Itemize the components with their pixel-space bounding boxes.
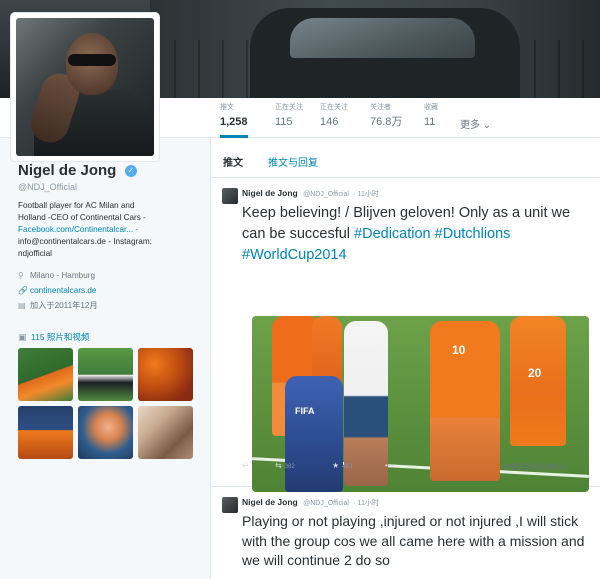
retweet-count: 382 <box>284 464 295 470</box>
tweet-header: Nigel de Jong @NDJ_Official · 11小时 <box>242 188 379 199</box>
stat-favorites[interactable]: 收藏 11 <box>424 103 438 129</box>
stat-tweets-label: 推文 <box>220 104 234 111</box>
profile-name[interactable]: Nigel de Jong <box>18 162 116 179</box>
profile-location: ⚲ Milano - Hamburg <box>18 268 198 283</box>
retweet-button[interactable]: ⇆ 382 <box>275 461 295 470</box>
banner-car-windshield <box>290 18 475 58</box>
profile-website[interactable]: 🔗 continentalcars.de <box>18 283 198 298</box>
stat-tweets[interactable]: 推文 1,258 <box>220 103 248 138</box>
profile-handle[interactable]: @NDJ_Official <box>18 182 198 192</box>
photo-player: 20 <box>510 316 566 446</box>
hashtag-link[interactable]: #Dedication <box>354 226 431 242</box>
timeline-tabs: 推文 推文与回复 <box>211 138 600 178</box>
tweet-avatar[interactable] <box>222 188 238 204</box>
tweet[interactable]: Nigel de Jong @NDJ_Official · 11小时 Playi… <box>211 488 600 579</box>
favorite-button[interactable]: ★ 463 <box>332 461 352 470</box>
tweet-author-name[interactable]: Nigel de Jong <box>242 188 298 198</box>
avatar-photo <box>16 18 154 156</box>
profile-avatar[interactable] <box>10 12 160 162</box>
tweet[interactable]: Nigel de Jong @NDJ_Official · 11小时 Keep … <box>211 179 600 492</box>
stat-followers[interactable]: 关注者 76.8万 <box>370 103 402 129</box>
tweet-text: Keep believing! / Blijven geloven! Only … <box>242 203 594 266</box>
photo-thumbnail[interactable] <box>18 406 73 459</box>
profile-website-link[interactable]: continentalcars.de <box>30 283 96 298</box>
star-icon: ★ <box>332 461 340 470</box>
more-dots-icon[interactable]: ••• <box>385 461 393 470</box>
stat-following-value: 115 <box>275 116 293 128</box>
hashtag-link[interactable]: #Dutchlions <box>435 226 511 242</box>
photo-thumbnail[interactable] <box>78 348 133 401</box>
profile-joined-text: 加入于2011年12月 <box>30 301 98 310</box>
stat-tweets-value: 1,258 <box>220 116 248 128</box>
retweet-icon: ⇆ <box>275 461 282 470</box>
tab-tweets-replies[interactable]: 推文与回复 <box>268 154 318 169</box>
jersey-number: 10 <box>452 343 466 357</box>
tweet-timestamp[interactable]: · 11小时 <box>353 191 379 198</box>
bio-line: Holland -CEO of Continental Cars - <box>18 213 146 222</box>
stat-followers-alt-label: 正在关注 <box>320 104 348 111</box>
fifa-label: FIFA <box>295 406 315 416</box>
view-more-photos-link[interactable]: 查看更多照片和视频 <box>503 462 566 472</box>
stat-followers-alt-value: 146 <box>320 116 339 128</box>
stats-more-dropdown[interactable]: 更多 ⌄ <box>460 116 491 131</box>
photo-thumbnail[interactable] <box>18 348 73 401</box>
favorite-count: 463 <box>342 464 353 470</box>
verified-badge-icon: ✓ <box>124 165 137 177</box>
bio-line: ndjofficial <box>18 249 52 258</box>
bio-facebook-link[interactable]: Facebook.com/Continentalcar... - <box>18 224 193 236</box>
bio-line: Football player for AC Milan and <box>18 201 135 210</box>
profile-meta: ⚲ Milano - Hamburg 🔗 continentalcars.de … <box>18 268 198 313</box>
photo-thumbnail[interactable] <box>138 406 193 459</box>
reply-icon[interactable]: ↩ <box>242 461 249 470</box>
location-pin-icon: ⚲ <box>18 271 24 280</box>
photos-videos-link[interactable]: ▣ 115 照片和视频 <box>18 331 89 343</box>
profile-location-text: Milano - Hamburg <box>30 271 96 280</box>
tweet-header: Nigel de Jong @NDJ_Official · 11小时 <box>242 497 379 508</box>
timeline: 推文 推文与回复 Nigel de Jong @NDJ_Official · 1… <box>210 138 600 579</box>
avatar-sunglasses <box>68 54 116 66</box>
stat-followers-label: 关注者 <box>370 104 391 111</box>
tweet-text: Playing or not playing ,injured or not i… <box>242 513 585 568</box>
tweet-author-handle[interactable]: @NDJ_Official <box>303 191 349 198</box>
link-icon: 🔗 <box>18 286 28 295</box>
camera-icon: ▣ <box>18 331 27 342</box>
photo-thumbnail[interactable] <box>78 406 133 459</box>
stat-favorites-value: 11 <box>424 116 436 128</box>
chevron-down-icon: ⌄ <box>482 120 492 131</box>
stat-favorites-label: 收藏 <box>424 104 438 111</box>
photo-thumbnail[interactable] <box>138 348 193 401</box>
photos-videos-label: 115 照片和视频 <box>31 332 90 342</box>
jersey-number: 20 <box>528 366 542 380</box>
profile-joined: ▤ 加入于2011年12月 <box>18 298 198 313</box>
stat-following[interactable]: 正在关注 115 <box>275 103 303 129</box>
stat-followers-alt[interactable]: 正在关注 146 <box>320 103 348 129</box>
profile-card: Nigel de Jong ✓ @NDJ_Official Football p… <box>18 162 198 313</box>
tab-tweets[interactable]: 推文 <box>223 154 243 169</box>
tweet-author-handle[interactable]: @NDJ_Official <box>303 500 349 507</box>
stat-following-label: 正在关注 <box>275 104 303 111</box>
tweet-avatar[interactable] <box>222 497 238 513</box>
calendar-icon: ▤ <box>18 301 26 310</box>
tweet-author-name[interactable]: Nigel de Jong <box>242 497 298 507</box>
stats-more-label: 更多 <box>460 120 480 131</box>
bio-line: info@continentalcars.de - Instagram: <box>18 237 152 246</box>
hashtag-link[interactable]: #WorldCup2014 <box>242 247 347 263</box>
tweet-timestamp[interactable]: · 11小时 <box>353 500 379 507</box>
profile-bio: Football player for AC Milan and Holland… <box>18 200 193 260</box>
stat-followers-value: 76.8万 <box>370 116 403 128</box>
photo-player: 10 <box>430 321 500 481</box>
photo-player: FIFA <box>285 376 343 492</box>
